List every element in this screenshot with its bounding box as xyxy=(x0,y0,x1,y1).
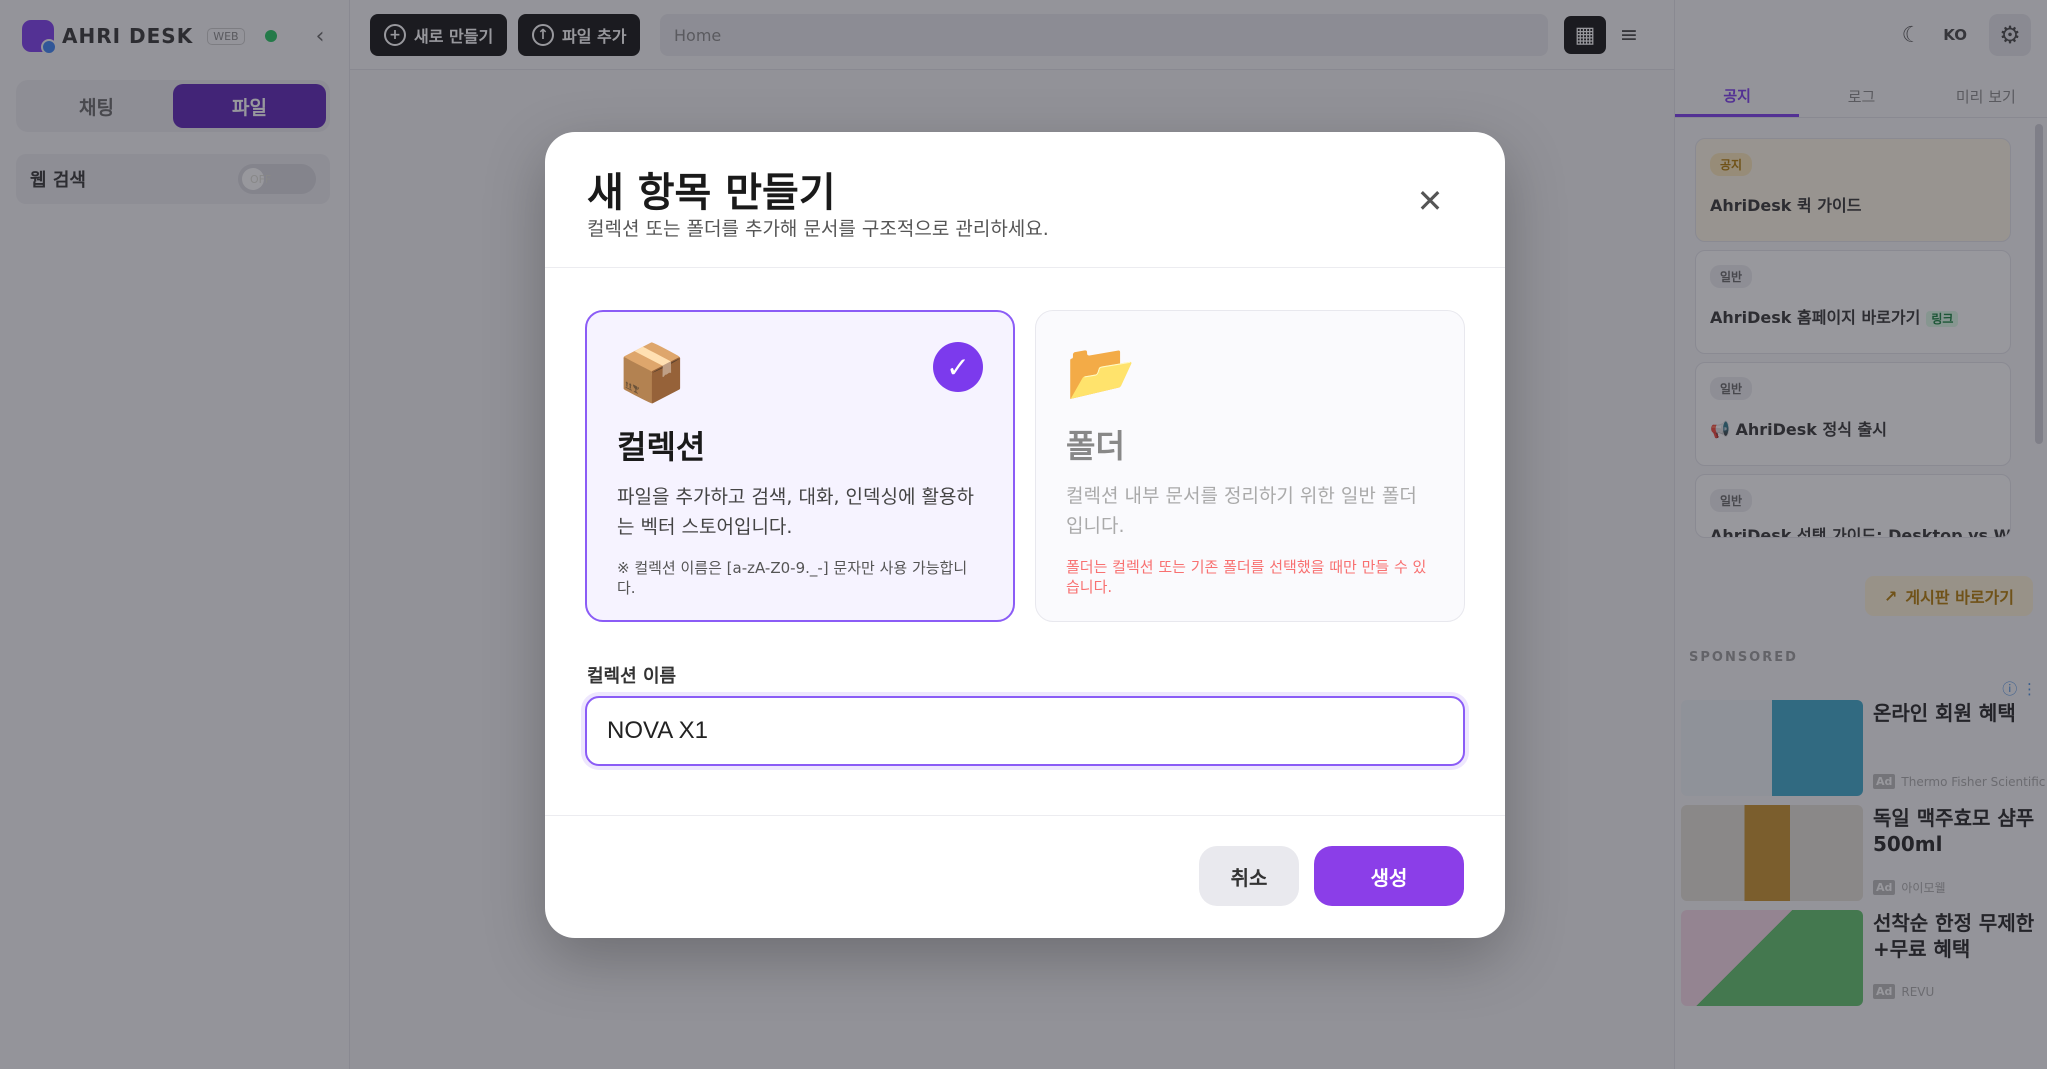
modal-subtitle: 컬렉션 또는 폴더를 추가해 문서를 구조적으로 관리하세요. xyxy=(587,218,1049,240)
cancel-button[interactable]: 취소 xyxy=(1199,846,1299,906)
folder-option-desc: 컬렉션 내부 문서를 정리하기 위한 일반 폴더입니다. xyxy=(1066,485,1417,537)
folder-option-warning: 폴더는 컬렉션 또는 기존 폴더를 선택했을 때만 만들 수 있습니다. xyxy=(1066,558,1427,596)
folder-option-title: 폴더 xyxy=(1066,427,1125,465)
collection-option-desc: 파일을 추가하고 검색, 대화, 인덱싱에 활용하는 벡터 스토어입니다. xyxy=(617,486,974,538)
modal-footer: 취소 생성 xyxy=(545,815,1505,938)
folder-option-card[interactable]: 📂 폴더 컬렉션 내부 문서를 정리하기 위한 일반 폴더입니다. 폴더는 컬렉… xyxy=(1035,310,1465,622)
toggle-state: OFF xyxy=(250,172,272,186)
create-button[interactable]: 생성 xyxy=(1314,846,1464,906)
create-item-modal: 새 항목 만들기 컬렉션 또는 폴더를 추가해 문서를 구조적으로 관리하세요.… xyxy=(545,132,1505,938)
collection-option-card[interactable]: 📦 컬렉션 파일을 추가하고 검색, 대화, 인덱싱에 활용하는 벡터 스토어입… xyxy=(585,310,1015,622)
close-icon[interactable]: ✕ xyxy=(1411,182,1449,220)
folder-icon: 📂 xyxy=(1066,340,1136,405)
collection-option-title: 컬렉션 xyxy=(617,428,706,466)
collection-name-label: 컬렉션 이름 xyxy=(587,666,677,687)
box-icon: 📦 xyxy=(617,341,687,406)
modal-title: 새 항목 만들기 xyxy=(587,170,836,216)
check-icon: ✓ xyxy=(933,342,983,392)
collection-name-input[interactable] xyxy=(585,696,1465,766)
collection-option-note: ※ 컬렉션 이름은 [a-zA-Z0-9._-] 문자만 사용 가능합니다. xyxy=(617,559,968,597)
modal-header: 새 항목 만들기 컬렉션 또는 폴더를 추가해 문서를 구조적으로 관리하세요.… xyxy=(545,132,1505,268)
